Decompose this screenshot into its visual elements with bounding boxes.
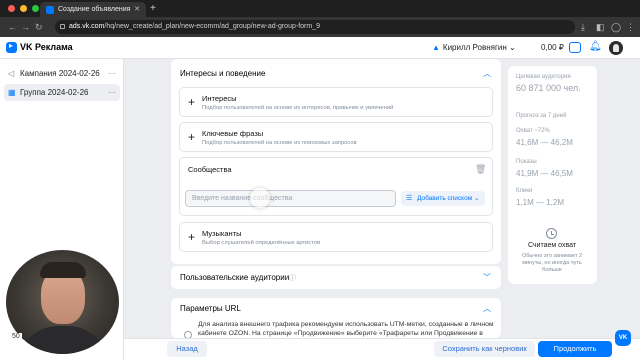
lock-icon bbox=[60, 24, 65, 29]
list-icon: ☰ bbox=[406, 195, 413, 202]
new-tab-button[interactable]: + bbox=[150, 2, 156, 15]
close-tab-icon[interactable]: ✕ bbox=[134, 2, 140, 17]
option-interests[interactable]: + Интересы Подбор пользователей на основ… bbox=[179, 87, 493, 117]
period-label: Прогноз за 7 дней bbox=[516, 113, 567, 119]
chevron-down-icon: ⌄ bbox=[509, 43, 516, 52]
chevron-down-icon: ⌄ bbox=[474, 195, 480, 202]
url-host: ads.vk.com bbox=[69, 23, 105, 30]
url-path: /hq/new_create/ad_plan/new-ecomm/ad_grou… bbox=[104, 23, 320, 30]
sidebar-item-campaign[interactable]: ◁ Кампания 2024-02-26 ⋯ bbox=[4, 65, 120, 82]
audience-label: Целевая аудитория bbox=[516, 74, 571, 80]
sidebar-item-label: Кампания 2024-02-26 bbox=[20, 69, 100, 78]
communities-block: Сообщества bbox=[179, 157, 493, 216]
audience-value: 60 871 000 чел. bbox=[516, 83, 581, 93]
grid-icon: ▦ bbox=[8, 88, 16, 97]
communities-title: Сообщества bbox=[188, 165, 232, 174]
option-title: Ключевые фразы bbox=[202, 129, 264, 138]
impressions-value: 41,9M — 46,5M bbox=[516, 169, 573, 178]
option-subtitle: Подбор пользователей на основе их поиско… bbox=[202, 140, 357, 146]
tab-title: Создание объявления bbox=[58, 6, 131, 13]
community-search-input[interactable]: Введите название сообщества bbox=[185, 190, 396, 207]
megaphone-icon: ◁ bbox=[8, 69, 15, 78]
profile-icon[interactable]: ◯ bbox=[611, 21, 621, 33]
vk-logo-icon[interactable]: VK bbox=[615, 330, 631, 346]
user-icon: ▲ bbox=[432, 43, 440, 52]
chevron-up-icon[interactable]: ︿ bbox=[483, 303, 491, 314]
browser-tab[interactable]: Создание объявления ✕ bbox=[40, 2, 146, 17]
option-title: Музыканты bbox=[202, 229, 242, 238]
impressions-label: Показы bbox=[516, 159, 537, 165]
save-draft-button[interactable]: Сохранить как черновик bbox=[434, 341, 535, 357]
bell-icon[interactable]: 🔔︎ bbox=[589, 41, 602, 52]
plus-icon: + bbox=[188, 230, 196, 244]
reach-label: Охват ~72% bbox=[516, 128, 550, 134]
avatar[interactable] bbox=[609, 41, 623, 55]
close-window-button[interactable] bbox=[8, 5, 15, 12]
more-icon[interactable]: ⋯ bbox=[108, 65, 116, 82]
menu-icon[interactable]: ⋮ bbox=[626, 21, 635, 33]
back-button[interactable]: Назад bbox=[167, 341, 207, 357]
vk-favicon-icon bbox=[46, 6, 54, 14]
option-musicians[interactable]: + Музыканты Выбор слушателей определённы… bbox=[179, 222, 493, 252]
browser-toolbar: ← → ↻ ads.vk.com/hq/new_create/ad_plan/n… bbox=[0, 17, 640, 37]
url-params-hint: Для анализа внешнего трафика рекомендуем… bbox=[198, 321, 494, 337]
cursor-highlight bbox=[250, 188, 270, 208]
sidebar-item-group[interactable]: ▦ Группа 2024-02-26 ⋯ bbox=[4, 84, 120, 101]
download-icon[interactable]: ⤓ bbox=[581, 21, 585, 33]
window-controls bbox=[8, 5, 39, 12]
balance-value[interactable]: 0,00 ₽ bbox=[541, 43, 564, 52]
section-title: Пользовательские аудитории bbox=[180, 273, 290, 282]
reach-value: 41,6M — 46,2M bbox=[516, 138, 573, 147]
user-account-switcher[interactable]: ▲ Кирилл Ровнягин ⌄ bbox=[432, 43, 516, 52]
plus-icon: + bbox=[188, 130, 196, 144]
address-bar[interactable]: ads.vk.com/hq/new_create/ad_plan/new-eco… bbox=[55, 20, 575, 34]
browser-tab-bar: Создание объявления ✕ + bbox=[0, 0, 640, 17]
extensions-icon[interactable]: ◧ bbox=[596, 21, 605, 33]
back-arrow-icon[interactable]: ← bbox=[8, 20, 17, 34]
vk-ads-logo-icon[interactable] bbox=[6, 41, 17, 53]
user-name: Кирилл Ровнягин bbox=[442, 43, 507, 52]
chevron-down-icon[interactable]: ﹀ bbox=[483, 272, 491, 283]
custom-audiences-card[interactable]: Пользовательские аудитории ⓘ ﹀ bbox=[171, 266, 501, 289]
clicks-label: Клики bbox=[516, 188, 533, 194]
calc-description: Обычно это занимает 2 минуты, но иногда … bbox=[521, 253, 583, 273]
section-title[interactable]: Интересы и поведение bbox=[180, 69, 265, 78]
option-keywords[interactable]: + Ключевые фразы Подбор пользователей на… bbox=[179, 122, 493, 152]
webcam-overlay bbox=[6, 250, 119, 354]
wallet-icon[interactable] bbox=[569, 42, 581, 53]
brand-title[interactable]: VK Реклама bbox=[20, 42, 73, 52]
add-list-button[interactable]: ☰ Добавить списком ⌄ bbox=[401, 191, 485, 206]
clicks-value: 1,1M — 1,2M bbox=[516, 198, 565, 207]
app-header: VK Реклама ▲Кирилл Ровнягин ⌄ 0,00 ₽ 🔔︎ bbox=[0, 37, 640, 59]
presenter-hair bbox=[40, 262, 86, 278]
reload-icon[interactable]: ↻ bbox=[35, 20, 43, 34]
minimize-window-button[interactable] bbox=[20, 5, 27, 12]
more-icon[interactable]: ⋯ bbox=[108, 84, 116, 101]
maximize-window-button[interactable] bbox=[32, 5, 39, 12]
add-list-label: Добавить списком bbox=[417, 195, 473, 202]
info-icon[interactable]: ⓘ bbox=[289, 273, 296, 283]
sidebar-item-label: Группа 2024-02-26 bbox=[20, 88, 89, 97]
presenter-shirt bbox=[18, 326, 108, 354]
screen: Создание объявления ✕ + ← → ↻ ads.vk.com… bbox=[0, 0, 640, 360]
continue-button[interactable]: Продолжить bbox=[538, 341, 612, 357]
option-subtitle: Подбор пользователей на основе их интере… bbox=[202, 105, 394, 111]
forward-arrow-icon[interactable]: → bbox=[21, 20, 30, 34]
webcam-badge: 50 bbox=[10, 333, 22, 340]
option-subtitle: Выбор слушателей определённых артистов bbox=[202, 240, 321, 246]
section-title[interactable]: Параметры URL bbox=[180, 304, 241, 313]
plus-icon: + bbox=[188, 95, 196, 109]
calc-title: Считаем охват bbox=[527, 242, 577, 249]
chevron-up-icon[interactable]: ︿ bbox=[483, 68, 491, 79]
trash-icon[interactable]: 🗑︎ bbox=[475, 164, 486, 175]
option-title: Интересы bbox=[202, 94, 237, 103]
clock-icon bbox=[546, 228, 557, 239]
